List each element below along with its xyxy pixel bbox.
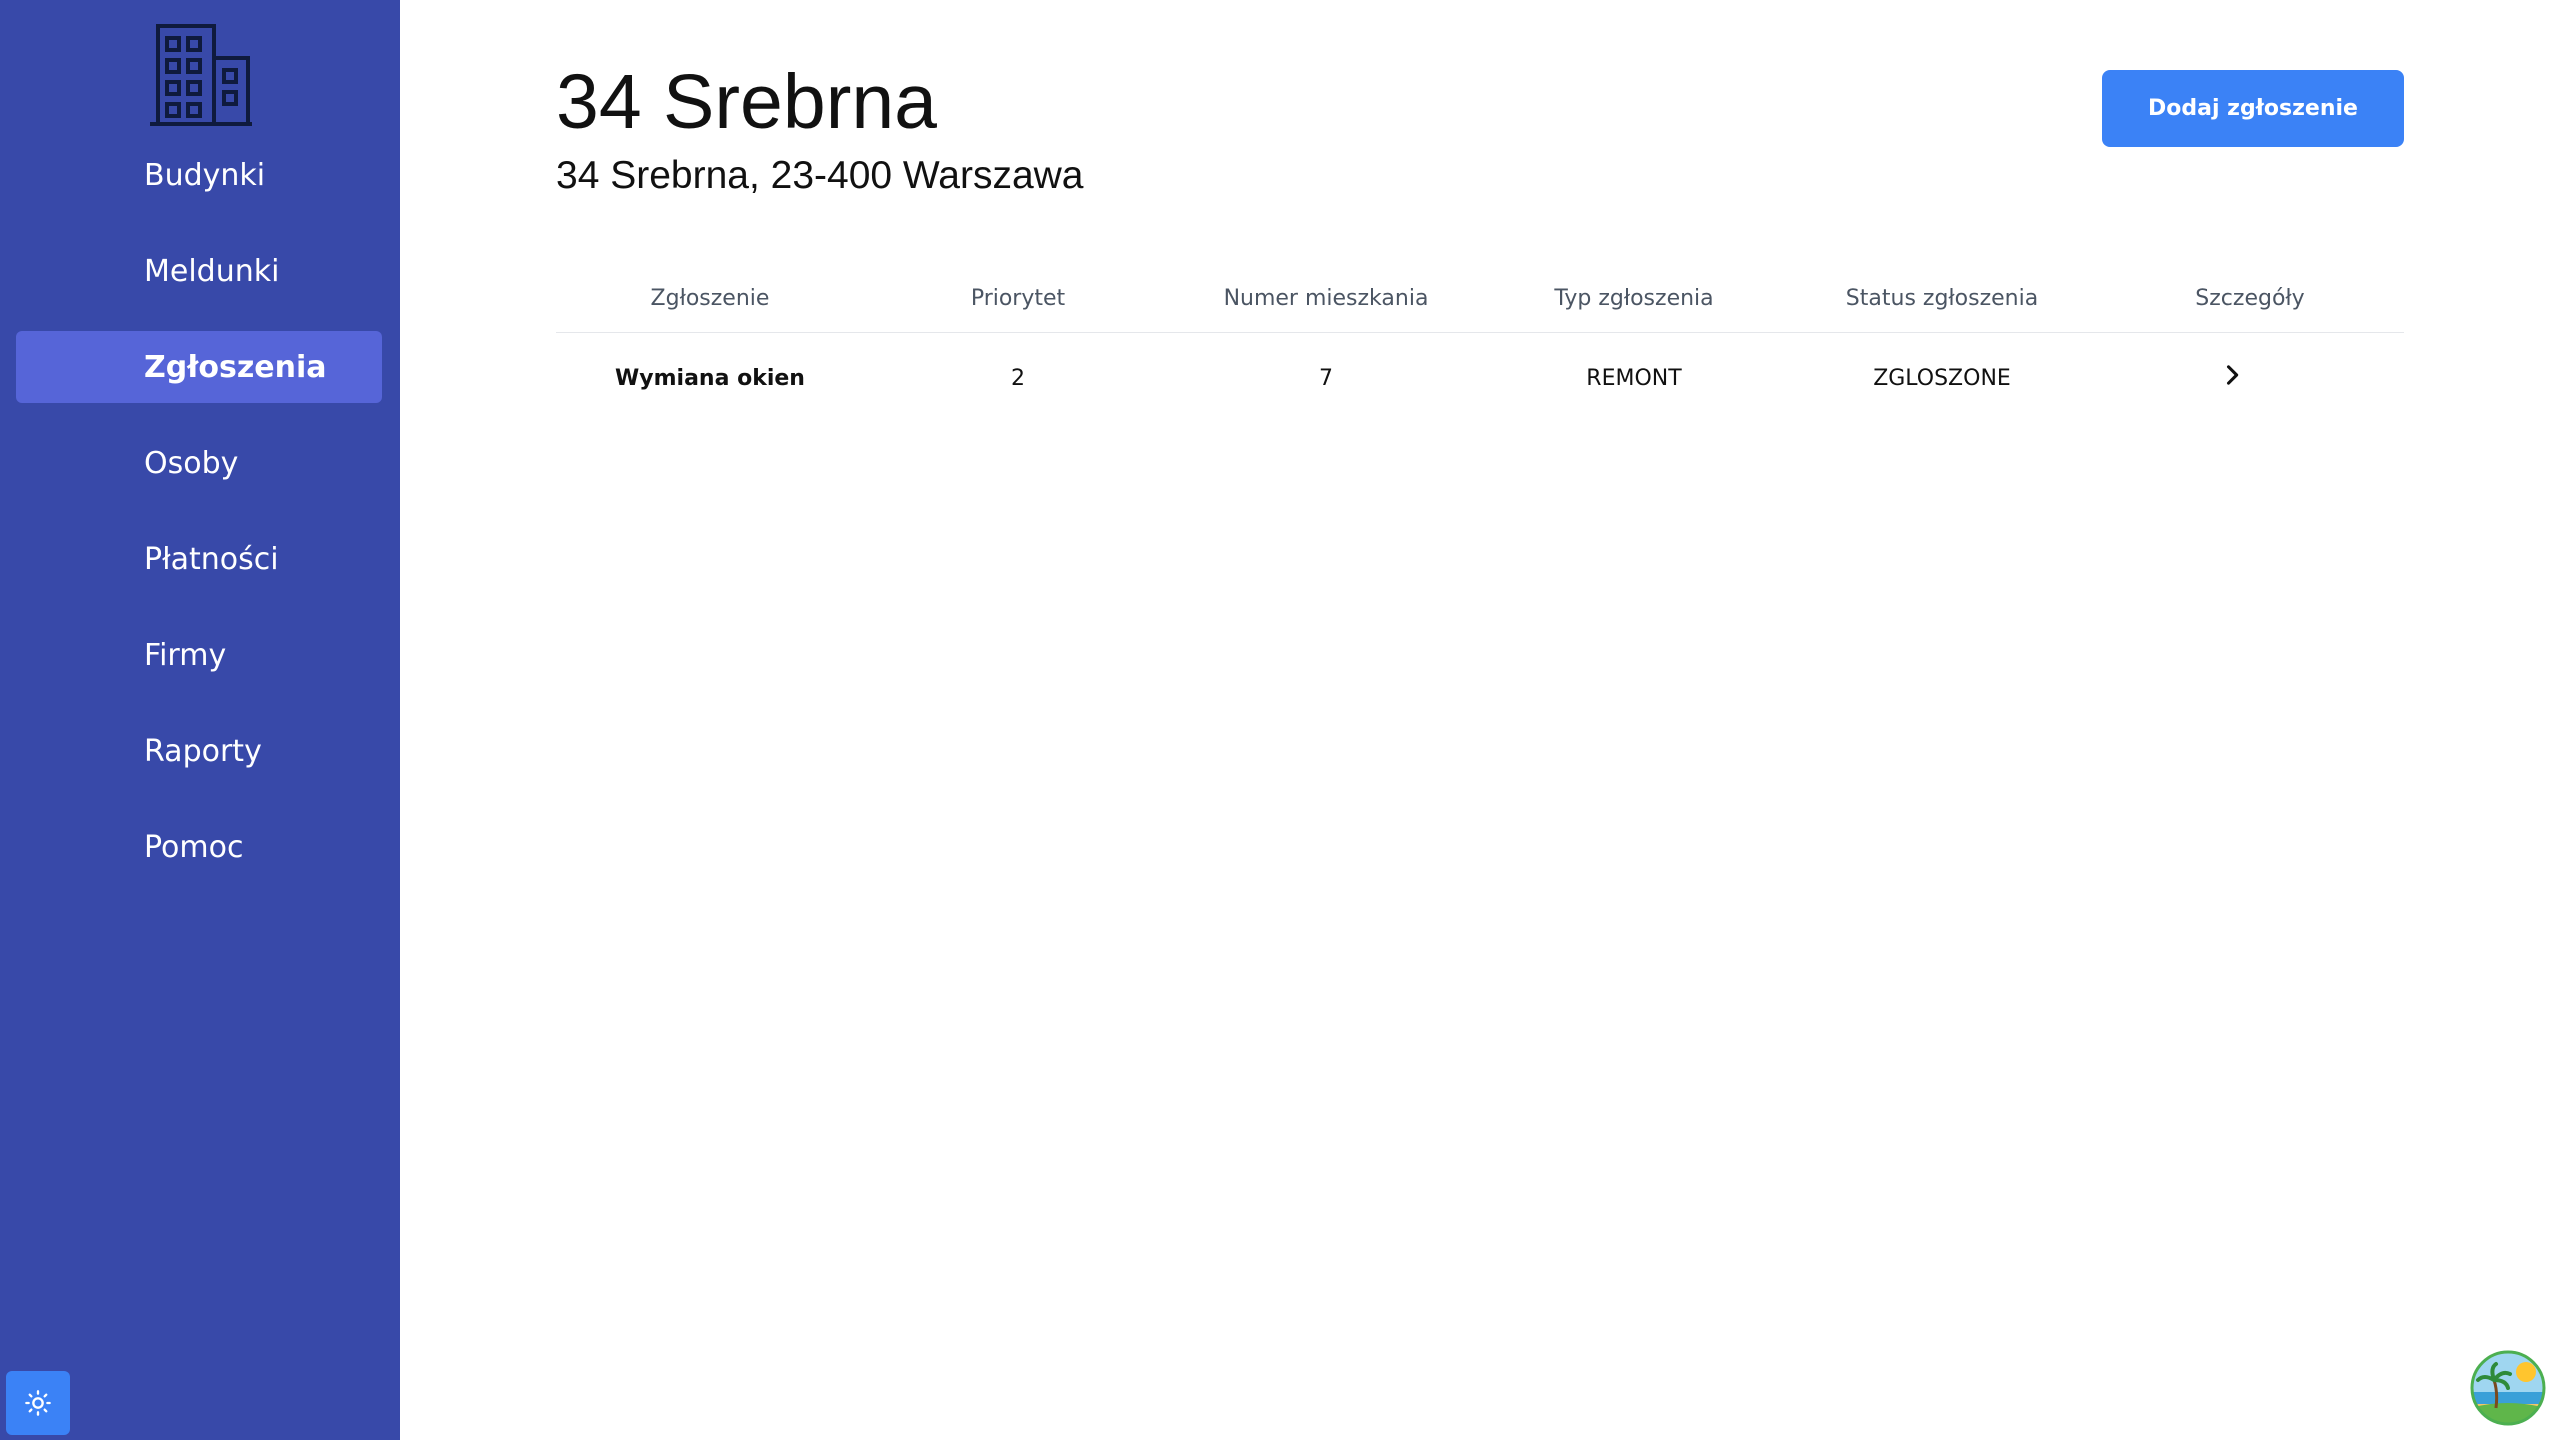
page-title: 34 Srebrna [556,59,937,145]
column-header-priorytet: Priorytet [970,285,1066,311]
sidebar-item-meldunki[interactable]: Meldunki [16,235,382,307]
sidebar-item-pomoc[interactable]: Pomoc [16,811,382,883]
ticket-apartment: 7 [1319,365,1333,391]
sidebar-item-label: Płatności [144,541,279,577]
add-ticket-button[interactable]: Dodaj zgłoszenie [2102,70,2404,147]
column-header-numer-mieszkania: Numer mieszkania [1223,285,1429,311]
sidebar-item-label: Meldunki [144,253,280,289]
details-button[interactable] [2218,361,2246,389]
sidebar-item-label: Firmy [144,637,227,673]
sidebar-item-osoby[interactable]: Osoby [16,427,382,499]
column-header-szczegoly: Szczegóły [2195,285,2305,311]
sidebar-item-zgloszenia[interactable]: Zgłoszenia [16,331,382,403]
sidebar-item-label: Pomoc [144,829,244,865]
sidebar-item-label: Budynki [144,157,266,193]
sidebar-item-raporty[interactable]: Raporty [16,715,382,787]
column-header-status-zgloszenia: Status zgłoszenia [1845,285,2039,311]
building-icon [150,24,252,126]
table-header: Zgłoszenie Priorytet Numer mieszkania Ty… [556,264,2404,333]
sidebar-item-label: Zgłoszenia [144,349,327,385]
sidebar-item-budynki[interactable]: Budynki [16,139,382,211]
ticket-details-cell [2096,361,2404,395]
ticket-priority: 2 [1011,365,1025,391]
sun-icon [25,1390,51,1416]
ticket-type: REMONT [1586,365,1682,391]
chevron-right-icon [2226,365,2239,385]
column-header-typ-zgloszenia: Typ zgłoszenia [1554,285,1714,311]
sidebar-item-label: Osoby [144,445,239,481]
sidebar-item-label: Raporty [144,733,262,769]
tickets-table: Zgłoszenie Priorytet Numer mieszkania Ty… [556,264,2404,423]
ticket-name: Wymiana okien [615,365,805,391]
page-subtitle: 34 Srebrna, 23-400 Warszawa [556,154,1084,197]
sidebar: Budynki Meldunki Zgłoszenia Osoby Płatno… [0,0,400,1440]
theme-toggle-button[interactable] [6,1371,70,1435]
table-row: Wymiana okien 2 7 REMONT ZGLOSZONE [556,333,2404,423]
sidebar-item-firmy[interactable]: Firmy [16,619,382,691]
sidebar-item-platnosci[interactable]: Płatności [16,523,382,595]
ticket-status: ZGLOSZONE [1873,365,2011,391]
beach-avatar-icon[interactable] [2470,1350,2546,1426]
column-header-zgloszenie: Zgłoszenie [650,285,770,311]
